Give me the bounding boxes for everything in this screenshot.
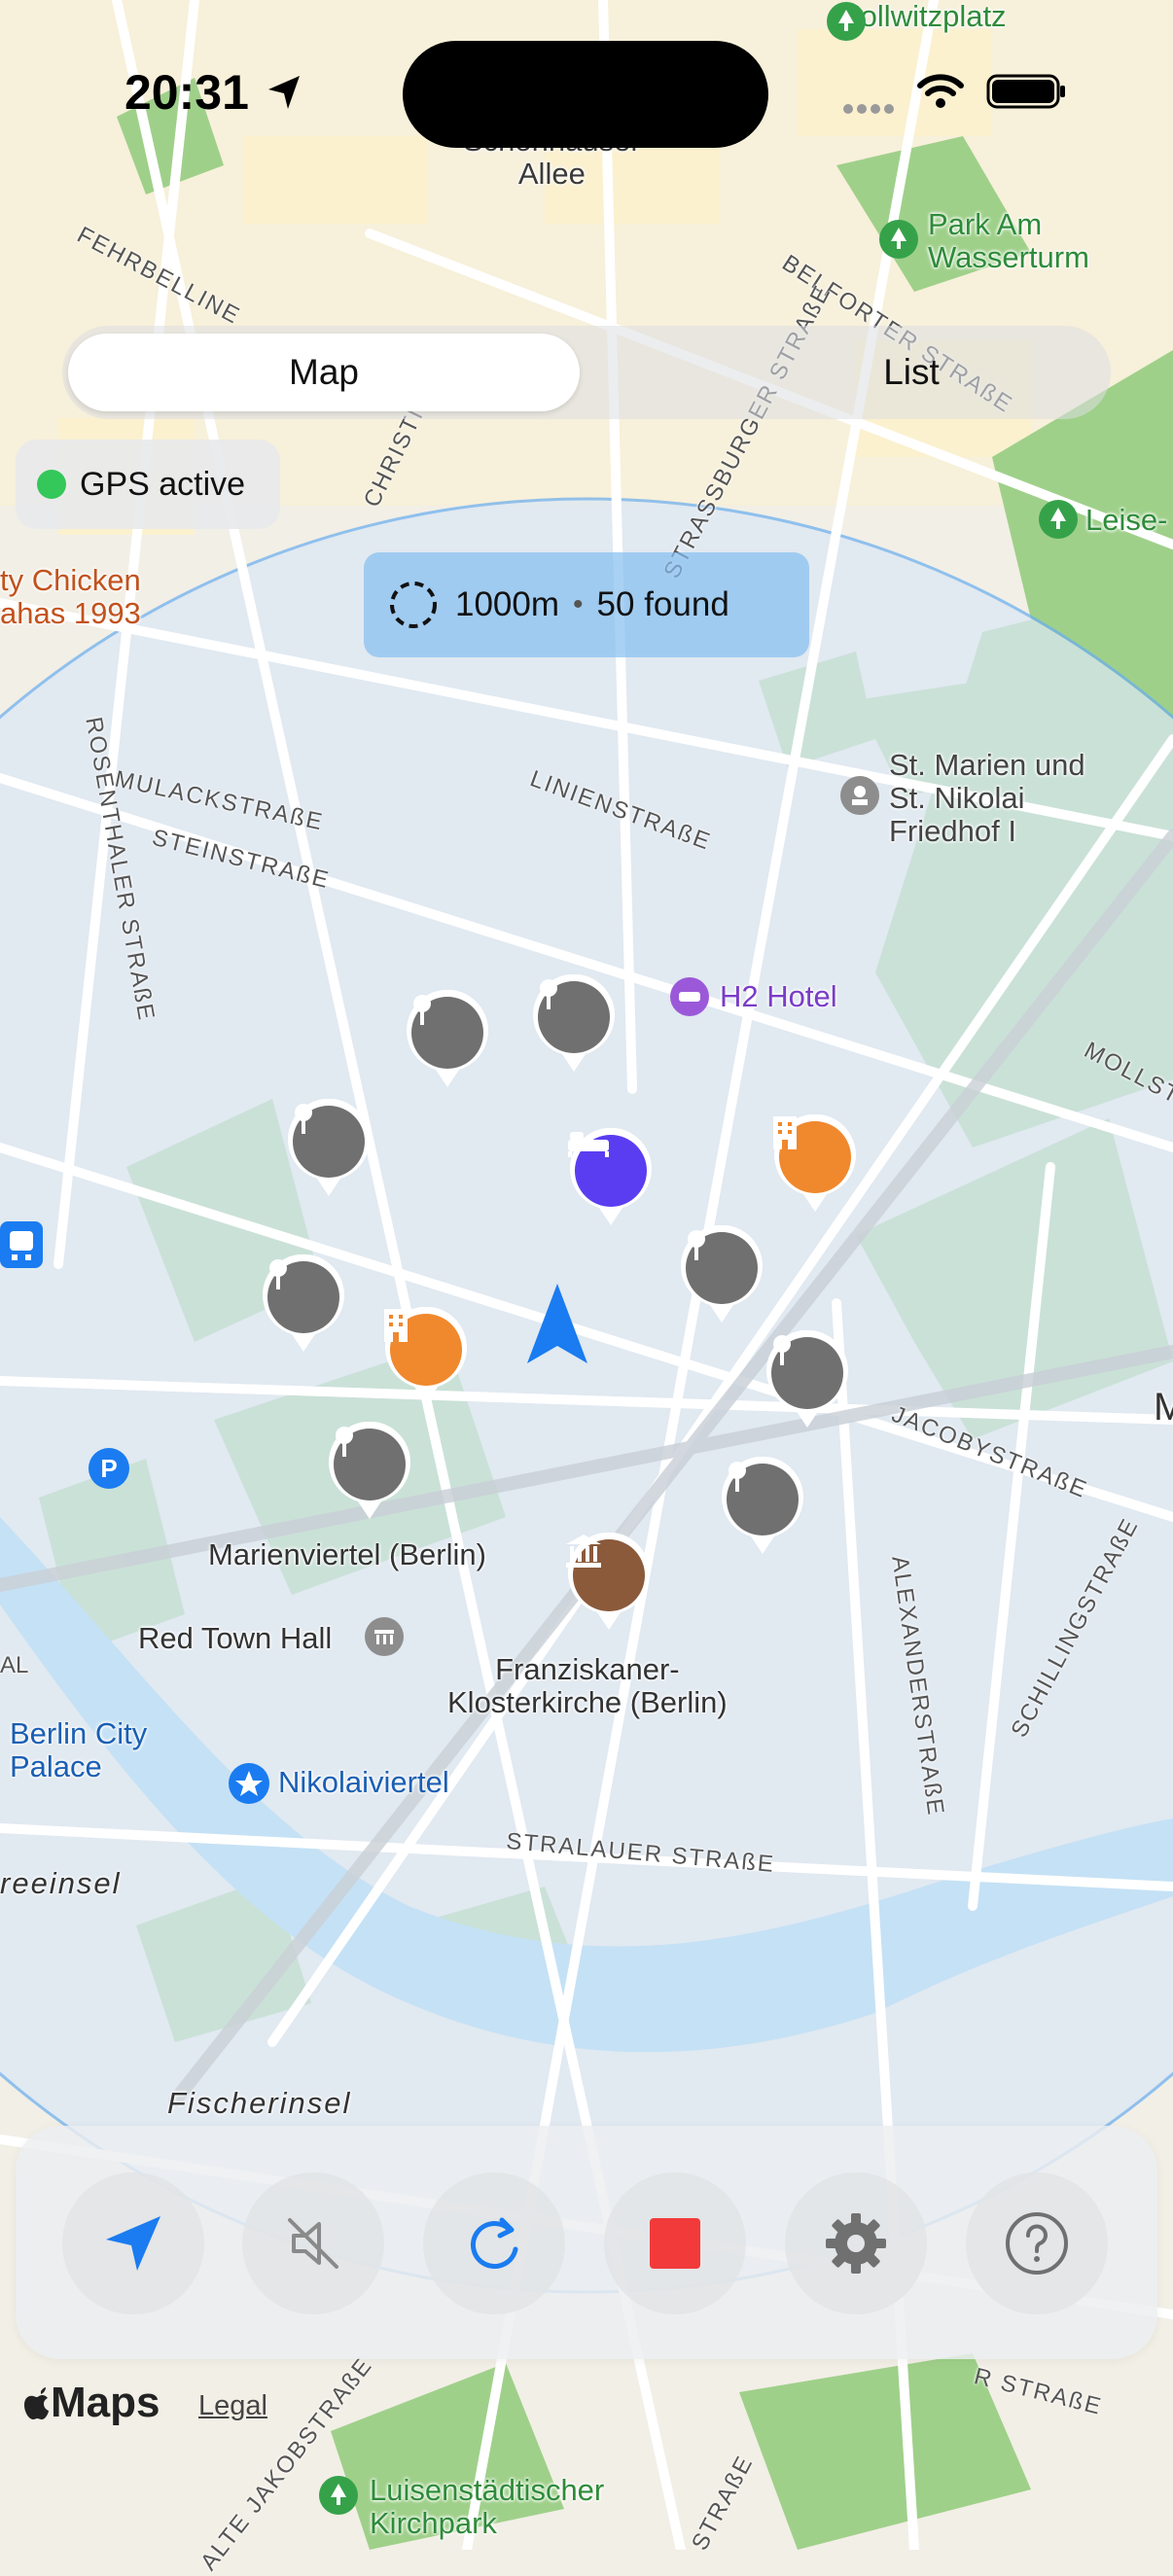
location-services-icon bbox=[268, 76, 300, 109]
park-icon[interactable] bbox=[877, 218, 920, 261]
dynamic-island bbox=[403, 41, 768, 148]
battery-icon bbox=[986, 74, 1065, 109]
search-radius-value: 1000m bbox=[455, 585, 560, 623]
refresh-button[interactable] bbox=[423, 2172, 565, 2314]
cellular-signal-icon bbox=[843, 104, 894, 114]
place-label-al: AL bbox=[0, 1652, 29, 1678]
result-pin-museum[interactable] bbox=[564, 1533, 654, 1634]
place-label-fischerinsel: Fischerinsel bbox=[167, 2086, 352, 2120]
landmark-icon[interactable] bbox=[364, 1616, 405, 1657]
pin-icon bbox=[718, 1457, 807, 1542]
park-icon[interactable] bbox=[1037, 498, 1080, 541]
parking-icon[interactable]: P bbox=[88, 1447, 130, 1490]
result-pin[interactable] bbox=[529, 974, 619, 1076]
bed-icon bbox=[566, 1128, 656, 1214]
apple-logo-icon bbox=[24, 2387, 49, 2419]
place-label-reeinsel: reeinsel bbox=[0, 1866, 122, 1900]
place-label-franziskaner[interactable]: Franziskaner- Klosterkirche (Berlin) bbox=[447, 1653, 728, 1719]
cemetery-icon[interactable] bbox=[838, 774, 881, 817]
gps-status-badge: GPS active bbox=[16, 440, 280, 529]
settings-button[interactable] bbox=[785, 2172, 927, 2314]
result-pin[interactable] bbox=[403, 990, 492, 1091]
speaker-muted-icon bbox=[288, 2218, 338, 2269]
tab-list[interactable]: List bbox=[656, 334, 1167, 411]
result-pin-building[interactable] bbox=[770, 1114, 860, 1216]
stop-button[interactable] bbox=[604, 2172, 746, 2314]
view-toggle: Map List bbox=[62, 326, 1111, 419]
wifi-icon bbox=[917, 74, 964, 108]
result-pin[interactable] bbox=[718, 1457, 807, 1558]
star-icon[interactable] bbox=[228, 1762, 270, 1805]
place-label-marienviertel: Marienviertel (Berlin) bbox=[208, 1537, 486, 1571]
place-label-berlin-city-palace[interactable]: Berlin City Palace bbox=[10, 1717, 147, 1783]
place-label-leise[interactable]: Leise- bbox=[1085, 504, 1167, 537]
place-label-nikolaiviertel[interactable]: Nikolaiviertel bbox=[278, 1766, 449, 1799]
place-label-red-town-hall[interactable]: Red Town Hall bbox=[138, 1622, 332, 1655]
refresh-icon bbox=[470, 2217, 518, 2270]
results-count: 50 found bbox=[596, 585, 729, 623]
place-label-luisenstadtischer[interactable]: Luisenstädtischer Kirchpark bbox=[370, 2474, 604, 2540]
maps-attribution: Maps bbox=[21, 2379, 160, 2427]
location-arrow-icon bbox=[106, 2216, 160, 2271]
museum-icon bbox=[564, 1533, 654, 1618]
question-icon bbox=[1006, 2212, 1068, 2275]
gps-status-dot bbox=[37, 470, 66, 499]
tab-map[interactable]: Map bbox=[68, 334, 580, 411]
stop-icon bbox=[650, 2218, 700, 2269]
result-pin[interactable] bbox=[677, 1225, 766, 1326]
place-label-chicken[interactable]: ty Chicken ahas 1993 bbox=[0, 564, 141, 630]
search-radius-badge[interactable]: 1000m • 50 found bbox=[364, 552, 809, 657]
place-label-st-marien[interactable]: St. Marien und St. Nikolai Friedhof I bbox=[889, 749, 1085, 848]
maps-brand-text: Maps bbox=[51, 2379, 160, 2426]
place-label-park-am-wasserturm[interactable]: Park Am Wasserturm bbox=[928, 208, 1089, 274]
hotel-small-icon[interactable] bbox=[669, 976, 710, 1017]
result-pin[interactable] bbox=[325, 1422, 414, 1523]
train-station-icon[interactable] bbox=[0, 1221, 43, 1268]
separator-dot: • bbox=[573, 588, 584, 620]
gps-status-label: GPS active bbox=[80, 465, 246, 503]
pin-icon bbox=[403, 990, 492, 1076]
locate-button[interactable] bbox=[62, 2172, 204, 2314]
park-icon[interactable] bbox=[825, 0, 868, 43]
gear-icon bbox=[826, 2213, 886, 2274]
svg-text:P: P bbox=[100, 1454, 117, 1483]
radius-circle-icon bbox=[390, 582, 437, 628]
result-pin[interactable] bbox=[763, 1330, 852, 1431]
pin-icon bbox=[763, 1330, 852, 1416]
status-time: 20:31 bbox=[124, 65, 249, 120]
building-icon bbox=[381, 1307, 471, 1393]
pin-icon bbox=[677, 1225, 766, 1311]
pin-icon bbox=[529, 974, 619, 1060]
result-pin-building[interactable] bbox=[381, 1307, 471, 1408]
building-icon bbox=[770, 1114, 860, 1200]
legal-link[interactable]: Legal bbox=[198, 2390, 267, 2422]
place-label-m: M bbox=[1154, 1386, 1173, 1429]
pin-icon bbox=[284, 1099, 373, 1184]
bottom-toolbar bbox=[16, 2126, 1157, 2359]
pin-icon bbox=[259, 1254, 348, 1340]
result-pin-hotel[interactable] bbox=[566, 1128, 656, 1229]
pin-icon bbox=[325, 1422, 414, 1507]
user-location-icon bbox=[527, 1284, 587, 1363]
park-icon[interactable] bbox=[317, 2474, 360, 2517]
place-label-h2-hotel[interactable]: H2 Hotel bbox=[720, 980, 837, 1013]
help-button[interactable] bbox=[966, 2172, 1108, 2314]
result-pin[interactable] bbox=[259, 1254, 348, 1356]
mute-button[interactable] bbox=[242, 2172, 384, 2314]
result-pin[interactable] bbox=[284, 1099, 373, 1200]
